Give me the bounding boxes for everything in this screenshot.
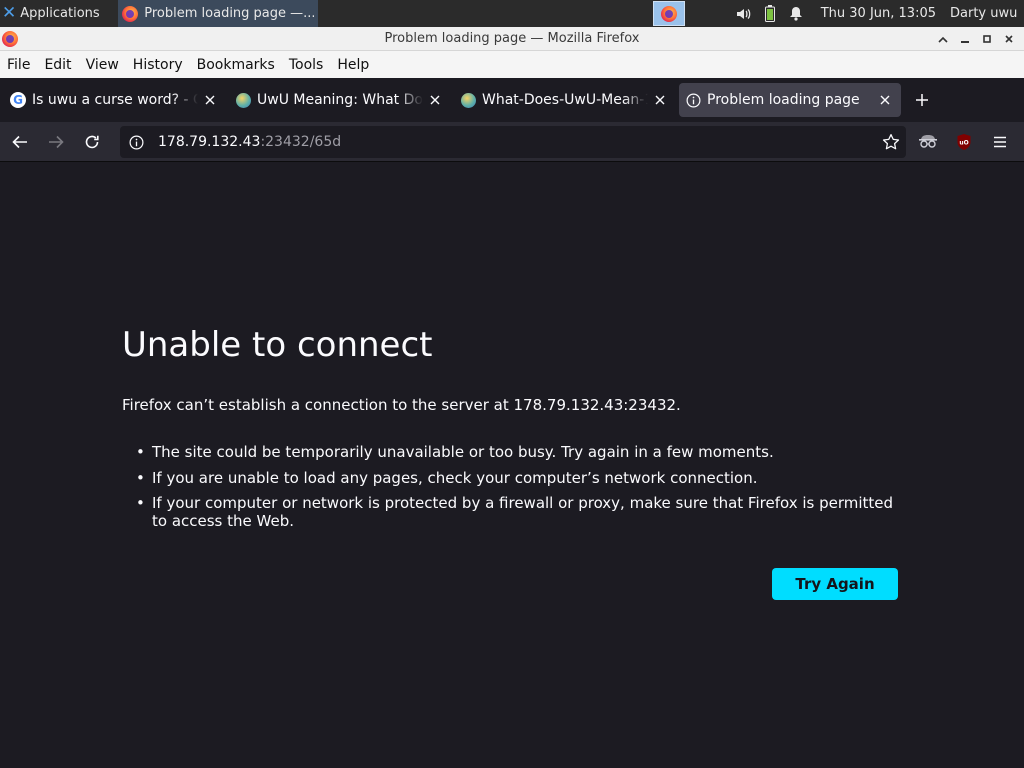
tab-what-does-uwu-mean[interactable]: What-Does-UwU-Mean-1 xyxy=(454,83,676,117)
window-close-button[interactable] xyxy=(998,28,1020,50)
user-menu[interactable]: Darty uwu xyxy=(950,6,1024,21)
tab-strip: G Is uwu a curse word? - Go UwU Meaning:… xyxy=(0,78,1024,122)
notification-bell-icon[interactable] xyxy=(785,0,807,27)
hamburger-menu-icon xyxy=(994,136,1006,148)
menu-edit[interactable]: Edit xyxy=(44,57,71,73)
privacy-extension-button[interactable] xyxy=(916,130,940,154)
close-icon xyxy=(205,95,215,105)
google-icon: G xyxy=(10,92,26,108)
tab-label: What-Does-UwU-Mean-1 xyxy=(482,92,648,108)
url-host[interactable]: 178.79.132.43 xyxy=(158,134,260,150)
window-shade-button[interactable] xyxy=(932,28,954,50)
menu-tools[interactable]: Tools xyxy=(289,57,324,73)
close-tab-button[interactable] xyxy=(427,92,443,108)
applications-label: Applications xyxy=(20,6,100,21)
try-again-button[interactable]: Try Again xyxy=(772,568,898,600)
app-menu-button[interactable] xyxy=(988,130,1012,154)
tab-label: Problem loading page xyxy=(707,92,860,108)
error-description: Firefox can’t establish a connection to … xyxy=(122,396,681,414)
ublock-origin-button[interactable]: uO xyxy=(952,130,976,154)
menu-view[interactable]: View xyxy=(86,57,119,73)
applications-menu-button[interactable]: ✕ Applications xyxy=(0,0,114,27)
forward-arrow-icon xyxy=(49,135,64,148)
ublock-shield-icon: uO xyxy=(957,134,971,150)
firefox-icon xyxy=(122,5,139,22)
info-icon xyxy=(685,92,701,108)
tab-problem-loading-page[interactable]: Problem loading page xyxy=(679,83,901,117)
clock[interactable]: Thu 30 Jun, 13:05 xyxy=(821,6,936,21)
reload-icon xyxy=(85,135,99,148)
globe-icon xyxy=(460,92,476,108)
svg-text:uO: uO xyxy=(959,140,968,147)
error-title: Unable to connect xyxy=(122,325,433,365)
close-icon xyxy=(430,95,440,105)
desktop-taskbar: ✕ Applications Problem loading page —...… xyxy=(0,0,1024,27)
error-page: Unable to connect Firefox can’t establis… xyxy=(0,162,1024,768)
address-bar[interactable]: 178.79.132.43:23432/65d xyxy=(120,126,906,158)
list-item: If your computer or network is protected… xyxy=(130,494,910,530)
menu-file[interactable]: File xyxy=(7,57,30,73)
xfce-x-icon: ✕ xyxy=(2,3,17,23)
tab-label: UwU Meaning: What Does xyxy=(257,92,423,108)
back-button[interactable] xyxy=(4,126,36,158)
menu-history[interactable]: History xyxy=(133,57,183,73)
window-title: Problem loading page — Mozilla Firefox xyxy=(384,31,640,46)
close-icon xyxy=(1005,35,1013,43)
error-suggestions: The site could be temporarily unavailabl… xyxy=(130,443,910,538)
close-tab-button[interactable] xyxy=(877,92,893,108)
minimize-icon xyxy=(961,41,969,43)
chevron-up-icon xyxy=(938,36,948,43)
tab-google-search[interactable]: G Is uwu a curse word? - Go xyxy=(4,83,226,117)
volume-icon[interactable] xyxy=(733,0,755,27)
reload-button[interactable] xyxy=(76,126,108,158)
site-info-icon[interactable] xyxy=(128,134,144,150)
menu-help[interactable]: Help xyxy=(337,57,369,73)
forward-button[interactable] xyxy=(40,126,72,158)
window-titlebar: Problem loading page — Mozilla Firefox xyxy=(0,27,1024,51)
close-icon xyxy=(655,95,665,105)
spy-glasses-icon xyxy=(919,135,937,148)
bookmark-star-icon[interactable] xyxy=(882,133,900,151)
close-tab-button[interactable] xyxy=(202,92,218,108)
workspace-switcher[interactable] xyxy=(652,1,685,26)
maximize-icon xyxy=(983,35,991,43)
list-item: The site could be temporarily unavailabl… xyxy=(130,443,910,461)
window-maximize-button[interactable] xyxy=(976,28,998,50)
taskbar-window-button[interactable]: Problem loading page —... xyxy=(118,0,319,27)
close-icon xyxy=(880,95,890,105)
menu-bookmarks[interactable]: Bookmarks xyxy=(197,57,275,73)
list-item: If you are unable to load any pages, che… xyxy=(130,469,910,487)
window-minimize-button[interactable] xyxy=(954,28,976,50)
tab-label: Is uwu a curse word? - Go xyxy=(32,92,198,108)
tab-uwu-meaning[interactable]: UwU Meaning: What Does xyxy=(229,83,451,117)
plus-icon xyxy=(916,94,928,106)
url-path[interactable]: :23432/65d xyxy=(260,134,341,150)
firefox-icon xyxy=(660,5,677,22)
navigation-toolbar: 178.79.132.43:23432/65d uO xyxy=(0,122,1024,162)
new-tab-button[interactable] xyxy=(908,86,936,114)
menubar: File Edit View History Bookmarks Tools H… xyxy=(0,51,1024,78)
battery-icon[interactable] xyxy=(759,0,781,27)
globe-icon xyxy=(235,92,251,108)
back-arrow-icon xyxy=(12,135,27,148)
close-tab-button[interactable] xyxy=(652,92,668,108)
taskbar-window-label: Problem loading page —... xyxy=(144,6,315,21)
